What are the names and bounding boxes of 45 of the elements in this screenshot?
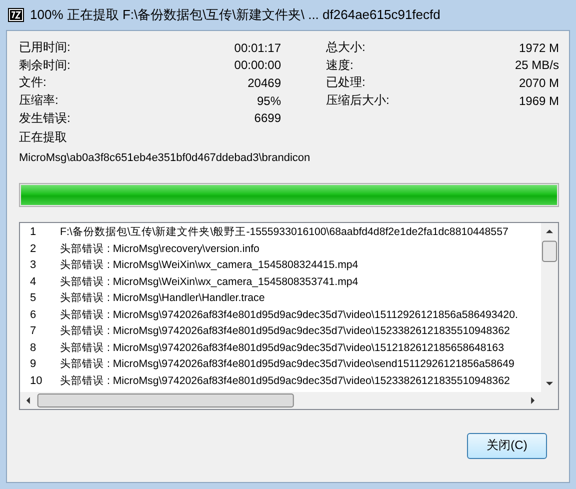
log-entry[interactable]: 头部错误 : MicroMsg\9742026af83f4e801d95d9ac9dec35d7\video\15233826121835510948362 (60, 324, 510, 338)
stat-label: 剩余时间: (19, 56, 70, 74)
stat-value: 1969 M (518, 94, 559, 108)
stat-label: 压缩率: (19, 92, 58, 110)
stat-label: 已处理: (326, 74, 366, 92)
stat-value: 95% (256, 94, 281, 108)
horizontal-scrollbar[interactable] (20, 392, 541, 409)
log-entry[interactable]: 头部错误 : MicroMsg\recovery\version.info (60, 242, 260, 256)
line-number: 8 (29, 342, 38, 354)
stat-label: 已用时间: (19, 39, 70, 56)
log-entry[interactable]: 头部错误 : MicroMsg\9742026af83f4e801d95d9ac9dec35d7\video\15112926121856a586493420. (60, 308, 518, 322)
window-title: 100% 正在提取 F:\备份数据包\互传\新建文件夹\ ... df264ae615c91fecfd (30, 6, 440, 24)
app-icon (8, 8, 24, 22)
stat-value: 20469 (248, 76, 281, 90)
current-file-path: MicroMsg\ab0a3f8c651eb4e351bf0d467ddebad3\brandicon (19, 152, 312, 164)
line-number: 10 (29, 374, 44, 387)
line-number: 1 (29, 226, 38, 238)
line-number: 3 (29, 259, 38, 272)
line-number: 9 (29, 358, 38, 370)
stat-label: 总大小: (326, 39, 366, 56)
stat-label: 发生错误: (19, 110, 70, 127)
close-button[interactable]: 关闭(C) (467, 432, 547, 459)
log-entry[interactable]: 头部错误 : MicroMsg\9742026af83f4e801d95d9ac9dec35d7\video\1512182612185658648163 (60, 340, 504, 355)
stat-value: 25 MB/s (514, 58, 559, 72)
stat-value: 2070 M (518, 76, 559, 90)
log-entry[interactable]: 头部错误 : MicroMsg\9742026af83f4e801d95d9ac9dec35d7\video\15233826121835510948362 (60, 374, 510, 388)
log-entry[interactable]: 头部错误 : MicroMsg\WeiXin\wx_camera_1545808324415.mp4 (60, 258, 358, 272)
line-number: 2 (29, 242, 38, 255)
stat-label: 文件: (19, 74, 46, 92)
log-entry[interactable]: 头部错误 : MicroMsg\WeiXin\wx_camera_1545808353741.mp4 (60, 274, 358, 289)
log-entry[interactable]: 头部错误 : MicroMsg\Handler\Handler.trace (60, 291, 265, 306)
log-entry[interactable]: F:\备份数据包\互传\新建文件夹\般野王-1555933016100\68aabfd4d8f2e1de2fa1dc8810448557 (60, 225, 508, 240)
line-number: 5 (29, 292, 38, 304)
vertical-scrollbar[interactable] (541, 222, 558, 392)
line-number: 7 (29, 325, 38, 338)
line-number: 6 (29, 308, 38, 321)
stat-value: 00:01:17 (234, 40, 281, 55)
stat-value: 00:00:00 (234, 58, 281, 72)
stat-value: 1972 M (518, 40, 559, 55)
stat-label: 速度: (326, 56, 354, 74)
stat-label: 压缩后大小: (326, 92, 390, 110)
stat-value: 6699 (254, 111, 281, 126)
log-entry[interactable]: 头部错误 : MicroMsg\9742026af83f4e801d95d9ac9dec35d7\video\send15112926121856a58649 (60, 357, 514, 372)
status-label: 正在提取 (19, 128, 68, 146)
line-number: 4 (29, 276, 38, 288)
